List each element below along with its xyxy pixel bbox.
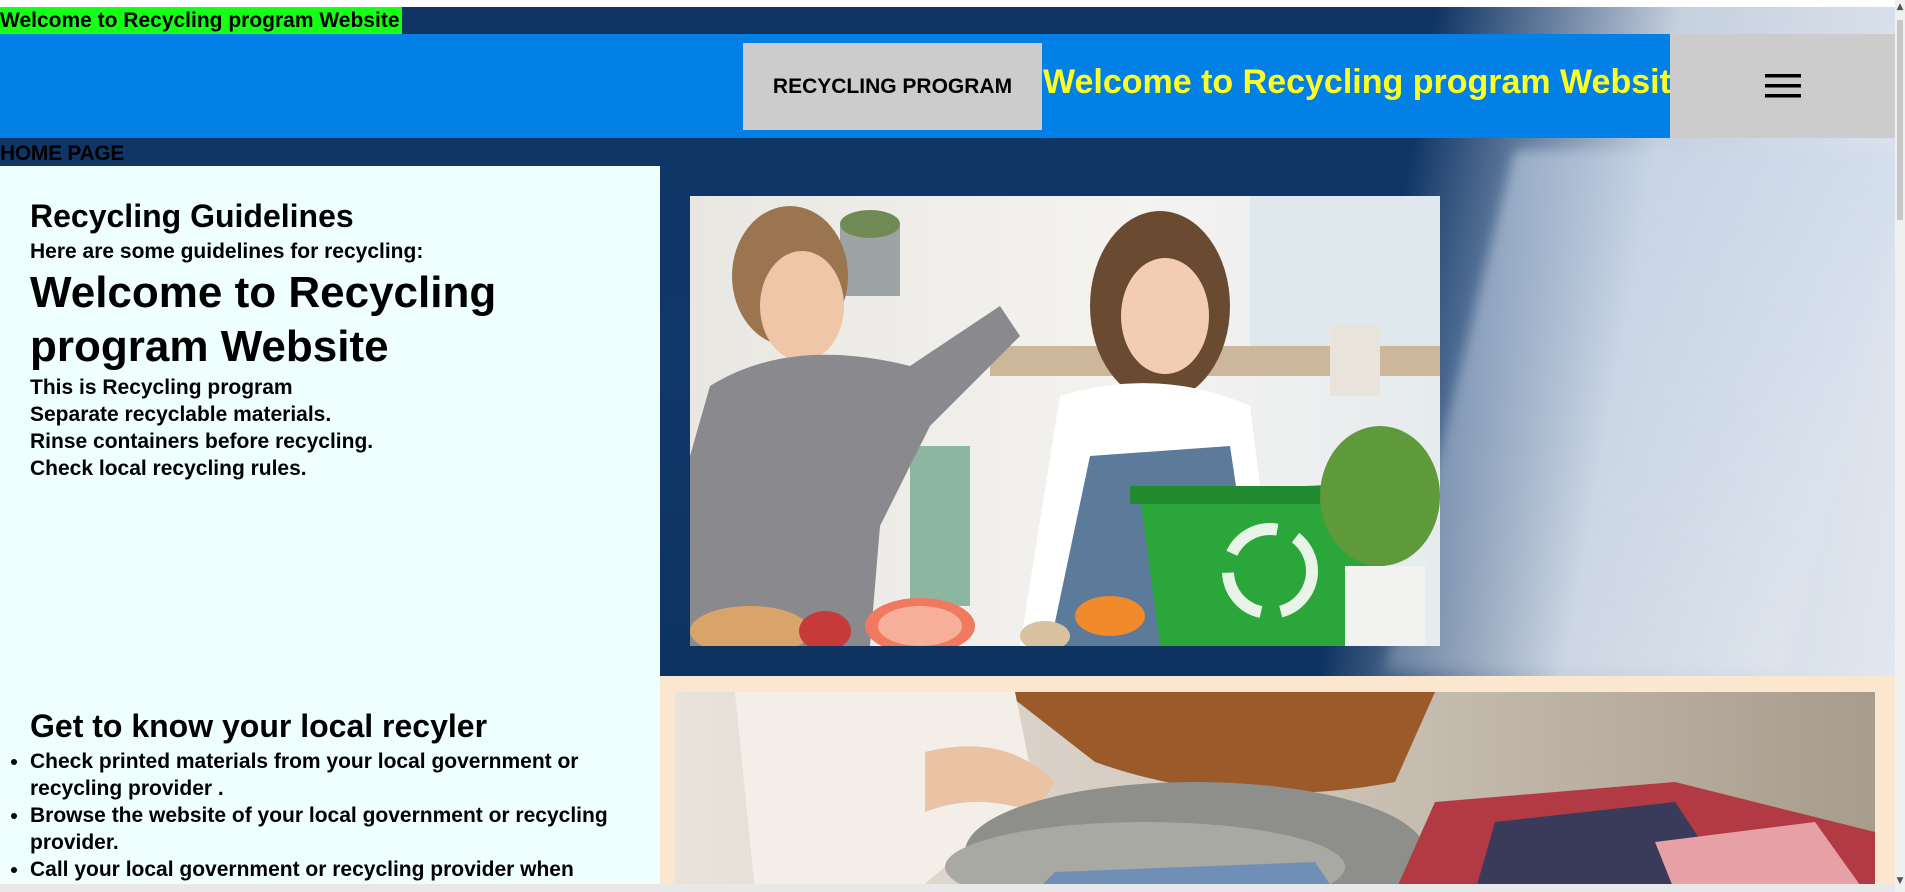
scrollbar-thumb[interactable] [1897, 20, 1903, 220]
list-item: Browse the website of your local governm… [30, 802, 670, 856]
clothes-donation-illustration [675, 692, 1875, 892]
guidelines-lines: This is Recycling program Separate recyc… [30, 374, 373, 482]
list-item: Check printed materials from your local … [30, 748, 670, 802]
top-welcome-banner: Welcome to Recycling program Website [0, 7, 402, 34]
guideline-line: This is Recycling program [30, 376, 293, 399]
kids-recycling-illustration [690, 196, 1440, 646]
scroll-up-arrow-icon[interactable]: ▲ [1896, 2, 1904, 12]
scroll-down-arrow-icon[interactable]: ▼ [1896, 876, 1904, 886]
list-item: Call your local government or recycling … [30, 856, 670, 883]
guidelines-intro: Here are some guidelines for recycling: [30, 240, 424, 263]
guidelines-title: Welcome to Recycling program Website [30, 268, 497, 371]
header-title: Welcome to Recycling program Website [1043, 63, 1690, 101]
guidelines-heading: Recycling Guidelines [30, 198, 354, 234]
clothes-donation-photo [675, 692, 1875, 892]
guideline-line: Separate recyclable materials. [30, 403, 332, 426]
top-edge [0, 0, 1895, 7]
local-recycler-heading: Get to know your local recyler [30, 708, 488, 744]
local-recycler-list: Check printed materials from your local … [0, 748, 670, 883]
recycling-program-button[interactable]: RECYCLING PROGRAM [743, 43, 1042, 130]
guideline-line: Check local recycling rules. [30, 457, 307, 480]
home-page-link[interactable]: HOME PAGE [0, 142, 124, 166]
guideline-line: Rinse containers before recycling. [30, 430, 374, 453]
horizontal-scrollbar[interactable] [0, 884, 1895, 892]
kids-recycling-photo [690, 196, 1440, 646]
hamburger-menu-icon [1764, 74, 1801, 98]
menu-button[interactable] [1670, 34, 1895, 138]
